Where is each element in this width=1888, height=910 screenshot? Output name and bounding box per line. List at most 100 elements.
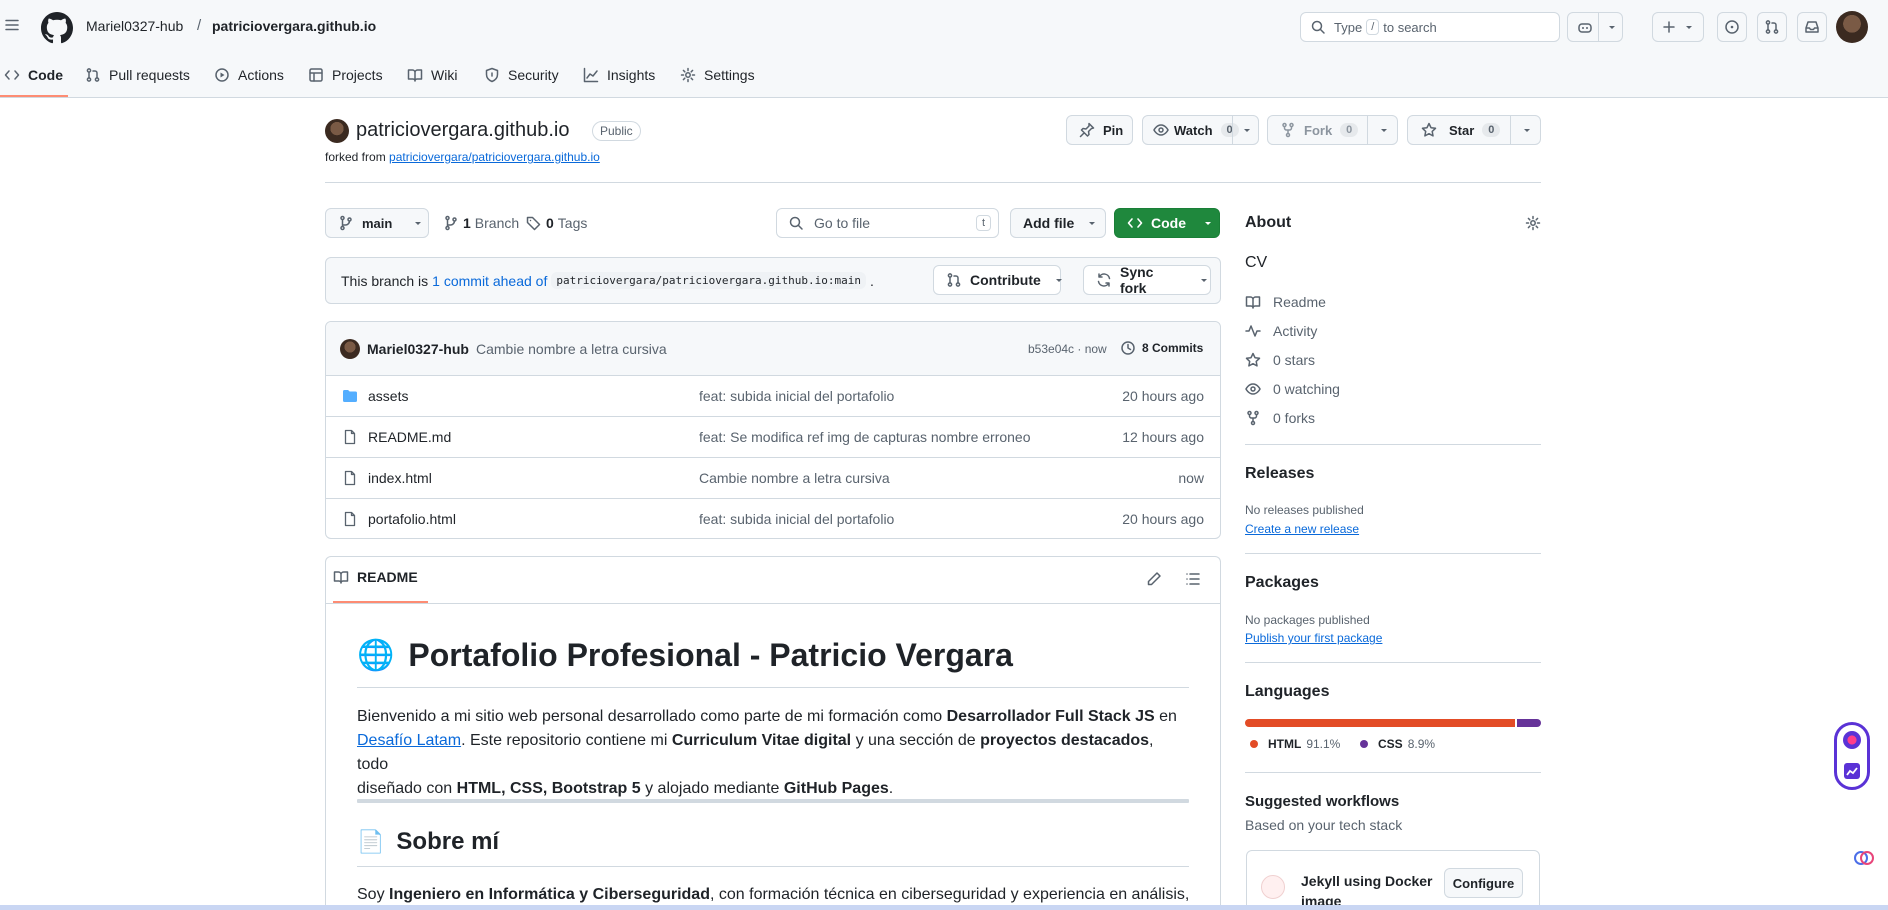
text: diseñado con	[357, 780, 457, 797]
go-to-file-input[interactable]: Go to file t	[776, 208, 999, 238]
avatar[interactable]	[340, 339, 360, 359]
file-row[interactable]: index.html Cambie nombre a letra cursiva n…	[326, 457, 1220, 498]
commits-link[interactable]: 8 Commits	[1120, 340, 1203, 356]
file-row[interactable]: portafolio.html feat: subida inicial del …	[326, 498, 1220, 539]
create-new-button[interactable]	[1652, 12, 1704, 42]
file-name[interactable]: README.md	[368, 429, 451, 445]
readme-link[interactable]: Readme	[1245, 292, 1326, 312]
book-icon	[1245, 294, 1273, 310]
packages-heading[interactable]: Packages	[1245, 574, 1319, 592]
repo-title[interactable]: patriciovergara.github.io	[356, 119, 569, 142]
commit-sha-time[interactable]: b53e04c · now	[1028, 342, 1107, 356]
avatar[interactable]	[1836, 11, 1868, 43]
forks-link[interactable]: 0 forks	[1245, 408, 1315, 428]
sync-icon	[1096, 272, 1112, 288]
readme-h1-text: Portafolio Profesional - Patricio Vergar…	[408, 637, 1013, 673]
play-icon	[214, 67, 238, 83]
text-strong: GitHub Pages	[783, 780, 889, 797]
branch-selector[interactable]: main	[325, 208, 429, 238]
file-name[interactable]: index.html	[368, 470, 432, 486]
star-button[interactable]: Star 0	[1407, 115, 1541, 145]
watch-count: 0	[1220, 123, 1239, 137]
watch-button[interactable]: Watch 0	[1142, 115, 1259, 145]
commits-ahead-link[interactable]: 1 commit ahead of	[432, 273, 547, 289]
desafio-latam-link[interactable]: Desafío Latam	[357, 732, 461, 749]
releases-heading[interactable]: Releases	[1245, 465, 1314, 483]
github-logo-icon[interactable]	[41, 12, 73, 44]
create-release-link[interactable]: Create a new release	[1245, 522, 1359, 536]
commit-author[interactable]: Mariel0327-hub	[367, 341, 469, 357]
sync-fork-button[interactable]: Sync fork	[1083, 264, 1211, 296]
file-icon	[342, 511, 358, 527]
breadcrumb-repo[interactable]: patriciovergara.github.io	[212, 18, 376, 34]
history-icon	[1120, 340, 1136, 356]
menu-icon[interactable]	[4, 17, 20, 33]
tab-pull-requests[interactable]: Pull requests	[85, 62, 190, 88]
text-strong: Desarrollador Full Stack JS	[946, 708, 1155, 725]
tags-link[interactable]: 0 Tags	[526, 215, 587, 231]
search-icon	[788, 215, 804, 231]
language-item-html[interactable]: HTML 91.1%	[1250, 737, 1340, 751]
divider	[1245, 662, 1541, 663]
issues-button[interactable]	[1717, 12, 1747, 42]
forked-from-link[interactable]: patriciovergara/patriciovergara.github.i…	[389, 150, 600, 164]
tab-projects[interactable]: Projects	[308, 62, 383, 88]
chevron-down-icon	[1053, 274, 1065, 286]
watching-link[interactable]: 0 watching	[1245, 379, 1340, 399]
copilot-button[interactable]	[1567, 12, 1623, 42]
chart-icon[interactable]	[1842, 761, 1862, 781]
search-input[interactable]: Type / to search	[1300, 12, 1560, 42]
fork-button[interactable]: Fork 0	[1267, 115, 1398, 145]
chevron-down-icon[interactable]	[1521, 124, 1533, 136]
readme-tab[interactable]: README	[333, 569, 418, 585]
file-row[interactable]: assets feat: subida inicial del portafoli…	[326, 375, 1220, 416]
chat-bubble-icon[interactable]	[1843, 731, 1861, 749]
branches-link[interactable]: 1 Branch	[443, 215, 519, 231]
language-bar-segment-css	[1516, 719, 1541, 727]
tab-insights[interactable]: Insights	[583, 62, 655, 88]
pull-requests-button[interactable]	[1757, 12, 1787, 42]
add-file-button[interactable]: Add file	[1010, 208, 1106, 238]
tab-actions[interactable]: Actions	[214, 62, 284, 88]
tab-settings[interactable]: Settings	[680, 62, 755, 88]
tab-wiki[interactable]: Wiki	[407, 62, 457, 88]
file-name[interactable]: portafolio.html	[368, 511, 456, 527]
text-strong: Ingeniero en Informática y Cibersegurida…	[389, 886, 710, 903]
fork-count: 0	[1340, 123, 1359, 137]
commit-message[interactable]: Cambie nombre a letra cursiva	[476, 341, 667, 357]
pin-button[interactable]: Pin	[1066, 115, 1133, 145]
file-name[interactable]: assets	[368, 388, 408, 404]
graph-icon	[583, 67, 607, 83]
inbox-button[interactable]	[1797, 12, 1827, 42]
publish-package-link[interactable]: Publish your first package	[1245, 631, 1382, 645]
file-commit-message[interactable]: feat: subida inicial del portafolio	[699, 511, 894, 527]
languages-heading: Languages	[1245, 683, 1330, 700]
eye-icon	[1153, 122, 1169, 138]
shield-icon	[484, 67, 508, 83]
breadcrumb-owner[interactable]: Mariel0327-hub	[86, 18, 183, 34]
chevron-down-icon[interactable]	[1241, 124, 1253, 136]
file-commit-message[interactable]: feat: subida inicial del portafolio	[699, 388, 894, 404]
tab-label: Actions	[238, 67, 284, 83]
file-row[interactable]: README.md feat: Se modifica ref img de ca…	[326, 416, 1220, 457]
brain-icon[interactable]	[1854, 848, 1874, 868]
search-icon	[1310, 19, 1326, 35]
file-commit-message[interactable]: feat: Se modifica ref img de capturas no…	[699, 429, 1031, 445]
code-button[interactable]: Code	[1114, 208, 1220, 238]
tab-label: Projects	[332, 67, 383, 83]
stars-link[interactable]: 0 stars	[1245, 350, 1315, 370]
configure-label: Configure	[1452, 875, 1515, 891]
contribute-button[interactable]: Contribute	[933, 265, 1062, 295]
pencil-icon[interactable]	[1146, 571, 1162, 587]
language-percent: 91.1%	[1306, 737, 1341, 751]
gear-icon[interactable]	[1525, 215, 1541, 231]
chevron-down-icon[interactable]	[1606, 21, 1618, 33]
language-item-css[interactable]: CSS 8.9%	[1360, 737, 1435, 751]
file-commit-message[interactable]: Cambie nombre a letra cursiva	[699, 470, 890, 486]
outline-icon[interactable]	[1185, 571, 1201, 587]
tab-security[interactable]: Security	[484, 62, 559, 88]
tab-code[interactable]: Code	[4, 62, 63, 88]
chevron-down-icon[interactable]	[1378, 124, 1390, 136]
configure-button[interactable]: Configure	[1444, 868, 1523, 898]
activity-link[interactable]: Activity	[1245, 321, 1317, 341]
